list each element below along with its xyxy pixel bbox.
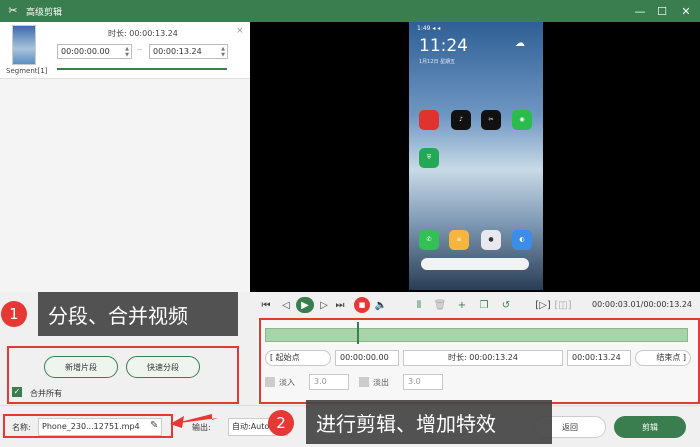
add-icon[interactable]: +	[456, 297, 468, 313]
segment-end-value: 00:00:13.24	[153, 47, 202, 56]
remove-segment-icon[interactable]: ×	[236, 26, 244, 36]
maximize-button[interactable]: ☐	[650, 0, 674, 22]
capcut-icon: ✂	[481, 110, 501, 130]
callout-2: 进行剪辑、增加特效	[306, 400, 552, 444]
window-title: 高级剪辑	[26, 7, 63, 18]
step-forward-icon[interactable]: ▷	[318, 297, 330, 313]
timecode-readout: 00:00:03.01/00:00:13.24	[592, 300, 692, 309]
callout-1: 分段、合并视频	[38, 292, 238, 336]
notes-app-icon: ≡	[449, 230, 469, 250]
cut-button[interactable]: 剪辑	[614, 416, 686, 438]
undo-icon[interactable]: ↺	[500, 297, 512, 313]
close-window-button[interactable]: ✕	[674, 0, 698, 22]
segment-start-value: 00:00:00.00	[61, 47, 110, 56]
phone-search-bar	[421, 258, 529, 270]
title-bar: ✂ 高级剪辑 — ☐ ✕	[0, 0, 700, 22]
volume-icon[interactable]: 🔈	[374, 297, 388, 313]
browser-app-icon: ◐	[512, 230, 532, 250]
segment-thumbnail[interactable]	[12, 25, 36, 65]
phone-screen-frame: 1:49 ◂ ◂ 11:24 1月12日 星期五 ☁ ♪ ✂ ◉ ⛨ ✆ ≡ ●…	[409, 22, 543, 290]
split-icon[interactable]: ⫴	[412, 297, 426, 313]
mark-out-icon[interactable]: [◫]	[554, 297, 571, 313]
highlight-box-filename	[3, 414, 173, 438]
range-separator: --	[137, 46, 143, 54]
play-icon[interactable]: ▶	[296, 297, 314, 313]
segment-progress-bar	[57, 68, 227, 70]
copy-icon[interactable]: ❐	[478, 297, 490, 313]
callout-arrow	[170, 414, 218, 428]
stepper-icon[interactable]: ▲ ▼	[221, 46, 225, 58]
phone-status-bar: 1:49 ◂ ◂	[417, 25, 441, 32]
weather-icon: ☁	[515, 38, 525, 49]
stop-icon[interactable]: ■	[354, 297, 370, 313]
callout-number-1: 1	[1, 301, 27, 327]
segment-list: Segment[1] 时长: 00:00:13.24 00:00:00.00 ▲…	[0, 22, 250, 292]
highlight-box-editor	[259, 318, 700, 404]
security-app-icon: ⛨	[419, 148, 439, 168]
app-icon-red	[419, 110, 439, 130]
minimize-button[interactable]: —	[628, 0, 652, 22]
phone-app-icon: ✆	[419, 230, 439, 250]
segment-label: Segment[1]	[6, 67, 48, 75]
app-logo-icon: ✂	[8, 4, 18, 17]
playback-controls: ⏮ ◁ ▶ ▷ ⏭ ■ 🔈 ⫴ 🗑 + ❐ ↺ [▷] [◫] 00:00:03…	[250, 292, 700, 318]
camera-app-icon: ●	[481, 230, 501, 250]
skip-start-icon[interactable]: ⏮	[260, 297, 272, 313]
segment-end-field[interactable]: 00:00:13.24 ▲ ▼	[149, 44, 228, 59]
stepper-icon[interactable]: ▲ ▼	[125, 46, 129, 58]
phone-clock: 11:24	[419, 36, 468, 56]
mark-in-icon[interactable]: [▷]	[535, 297, 551, 313]
segment-duration: 时长: 00:00:13.24	[108, 29, 178, 38]
tiktok-icon: ♪	[451, 110, 471, 130]
segment-start-field[interactable]: 00:00:00.00 ▲ ▼	[57, 44, 132, 59]
segment-card[interactable]: Segment[1] 时长: 00:00:13.24 00:00:00.00 ▲…	[0, 22, 250, 79]
delete-icon[interactable]: 🗑	[434, 297, 447, 313]
callout-number-2: 2	[268, 410, 294, 436]
wechat-icon: ◉	[512, 110, 532, 130]
highlight-box-segments	[7, 346, 239, 404]
skip-end-icon[interactable]: ⏭	[334, 297, 346, 313]
step-back-icon[interactable]: ◁	[280, 297, 292, 313]
phone-date: 1月12日 星期五	[419, 59, 456, 65]
